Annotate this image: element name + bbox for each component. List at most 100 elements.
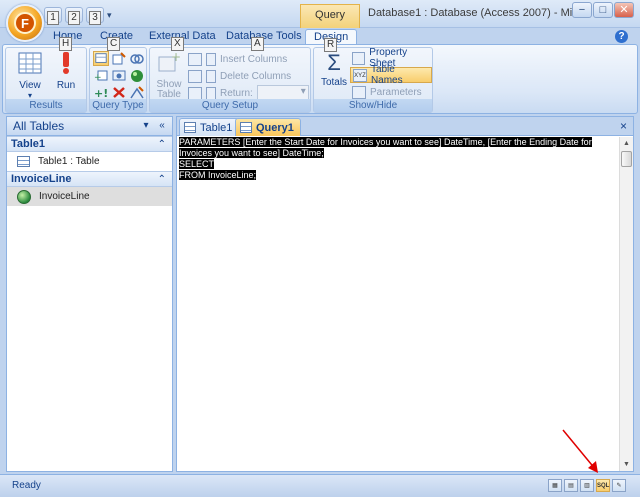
query-setup-group-label: Query Setup: [150, 99, 310, 112]
keytip: 1: [47, 11, 59, 25]
doc-tab-query1[interactable]: Query1: [235, 118, 301, 136]
property-sheet-icon: [352, 51, 366, 65]
document-tabs: Table1 Query1 ×: [177, 117, 633, 136]
table-names-icon: XYZ: [353, 68, 367, 82]
window-controls: − □ ✕: [572, 2, 634, 18]
customize-qat-icon[interactable]: ▾: [107, 10, 117, 21]
nav-group-table1[interactable]: Table1 ⌃: [7, 136, 172, 152]
delete-rows-icon: [188, 69, 202, 83]
query-type-group-label: Query Type: [90, 99, 146, 112]
vertical-scrollbar[interactable]: ▲ ▼: [619, 137, 633, 471]
nav-group-invoiceline[interactable]: InvoiceLine ⌃: [7, 171, 172, 187]
union-query-icon[interactable]: [129, 51, 145, 66]
make-table-query-icon[interactable]: [111, 51, 127, 66]
return-label: Return:: [220, 87, 253, 99]
undo-icon[interactable]: 2: [65, 7, 83, 25]
redo-icon[interactable]: 3: [86, 7, 104, 25]
nav-item-invoiceline[interactable]: InvoiceLine: [7, 187, 172, 206]
tab-design[interactable]: Design R: [305, 29, 358, 52]
design-view-button[interactable]: ✎: [612, 479, 626, 492]
doc-tab-table1[interactable]: Table1: [179, 118, 240, 136]
table-names-button[interactable]: XYZ Table Names: [350, 64, 432, 86]
keytip: 2: [68, 11, 80, 25]
sql-line: PARAMETERS [Enter the Start Date for Inv…: [179, 137, 592, 147]
update-query-icon[interactable]: +!: [93, 85, 109, 100]
datasheet-view-button[interactable]: ▦: [548, 479, 562, 492]
show-table-button[interactable]: + Show Table: [151, 50, 187, 100]
sql-view-button[interactable]: SQL: [596, 479, 610, 492]
shutter-bar-close-icon[interactable]: «: [156, 120, 168, 132]
delete-columns-button[interactable]: Delete Columns: [188, 68, 291, 84]
maximize-button[interactable]: □: [593, 2, 613, 18]
pivotchart-view-button[interactable]: ▥: [580, 479, 594, 492]
nav-group-label: Table1: [11, 138, 46, 150]
view-button[interactable]: View ▾: [12, 51, 48, 100]
totals-label: Totals: [320, 77, 348, 88]
group-show-hide: Σ Totals Property Sheet XYZ Table Names P…: [313, 47, 433, 113]
office-button[interactable]: F: [6, 4, 44, 42]
tab-external-data[interactable]: External Data X: [149, 29, 216, 51]
insert-columns-button[interactable]: Insert Columns: [188, 51, 287, 67]
data-definition-query-icon[interactable]: [129, 85, 145, 100]
collapse-icon[interactable]: ⌃: [158, 172, 166, 187]
totals-button[interactable]: Σ Totals: [316, 50, 352, 89]
builder-icon: [188, 86, 202, 100]
group-query-setup: + Show Table Insert Columns Delete Colum…: [149, 47, 311, 113]
pass-through-query-icon[interactable]: [111, 68, 127, 83]
scroll-down-icon[interactable]: ▼: [621, 459, 632, 470]
navigation-pane: All Tables ▾ « Table1 ⌃ Table1 : Table In…: [6, 116, 173, 472]
window-title: Database1 : Database (Access 2007) - Mi.…: [368, 7, 582, 19]
table-names-label: Table Names: [370, 64, 403, 86]
sql-line: FROM InvoiceLine;: [179, 170, 257, 180]
keytip: R: [324, 38, 338, 52]
sql-editor[interactable]: PARAMETERS [Enter the Start Date for Inv…: [179, 137, 621, 181]
tab-create[interactable]: Create C: [100, 29, 133, 51]
office-logo-icon: F: [14, 12, 36, 34]
sql-line: SELECT: [179, 159, 215, 169]
save-icon[interactable]: 1: [44, 7, 62, 25]
nav-item-table1[interactable]: Table1 : Table: [7, 152, 172, 171]
insert-columns-label: Insert Columns: [220, 53, 288, 65]
delete-columns-icon: [206, 69, 216, 83]
run-button[interactable]: Run: [48, 51, 84, 91]
append-query-icon[interactable]: +: [93, 68, 109, 83]
group-results: View ▾ Run Results: [5, 47, 87, 113]
show-table-icon: +: [158, 50, 181, 72]
close-button[interactable]: ✕: [614, 2, 634, 18]
document-area: Table1 Query1 × PARAMETERS [Enter the St…: [176, 116, 634, 472]
pivottable-view-button[interactable]: ▤: [564, 479, 578, 492]
tab-home[interactable]: Home H: [53, 29, 82, 51]
delete-query-icon[interactable]: [111, 85, 127, 100]
insert-rows-icon: [206, 52, 216, 66]
scroll-thumb[interactable]: [621, 151, 632, 167]
datasheet-view-icon: [18, 52, 42, 74]
group-query-type: + +! Query Type: [89, 47, 147, 113]
sigma-icon: Σ: [327, 50, 341, 75]
nav-pane-title: All Tables: [13, 119, 65, 133]
ribbon: View ▾ Run Results + +! Query Type + Sho…: [2, 44, 638, 114]
minimize-button[interactable]: −: [572, 2, 592, 18]
insert-columns-icon: [188, 52, 202, 66]
query-tools-context-title: Query Tools: [300, 4, 360, 41]
sql-line: Invoices you want to see] DateTime;: [179, 148, 324, 158]
crosstab-query-icon[interactable]: [129, 68, 145, 83]
help-icon[interactable]: ?: [615, 30, 628, 43]
nav-group-label: InvoiceLine: [11, 173, 72, 185]
nav-item-label: InvoiceLine: [39, 191, 90, 202]
scroll-up-icon[interactable]: ▲: [621, 138, 632, 149]
doc-tab-label: Query1: [256, 121, 294, 134]
tab-database-tools[interactable]: Database Tools A: [226, 29, 302, 51]
svg-text:+: +: [171, 51, 181, 64]
status-bar: Ready ▦ ▤ ▥ SQL ✎: [0, 474, 640, 497]
return-icon: [206, 86, 216, 100]
nav-item-label: Table1 : Table: [38, 156, 100, 167]
keytip: 3: [89, 11, 101, 25]
view-shortcuts: ▦ ▤ ▥ SQL ✎: [548, 479, 626, 492]
collapse-icon[interactable]: ⌃: [158, 137, 166, 152]
nav-dropdown-icon[interactable]: ▾: [140, 120, 152, 132]
parameters-button[interactable]: Parameters: [352, 84, 422, 100]
select-query-icon[interactable]: [93, 51, 109, 66]
view-label: View: [19, 80, 41, 91]
nav-pane-header[interactable]: All Tables ▾ «: [7, 117, 172, 136]
close-document-icon[interactable]: ×: [620, 119, 627, 133]
